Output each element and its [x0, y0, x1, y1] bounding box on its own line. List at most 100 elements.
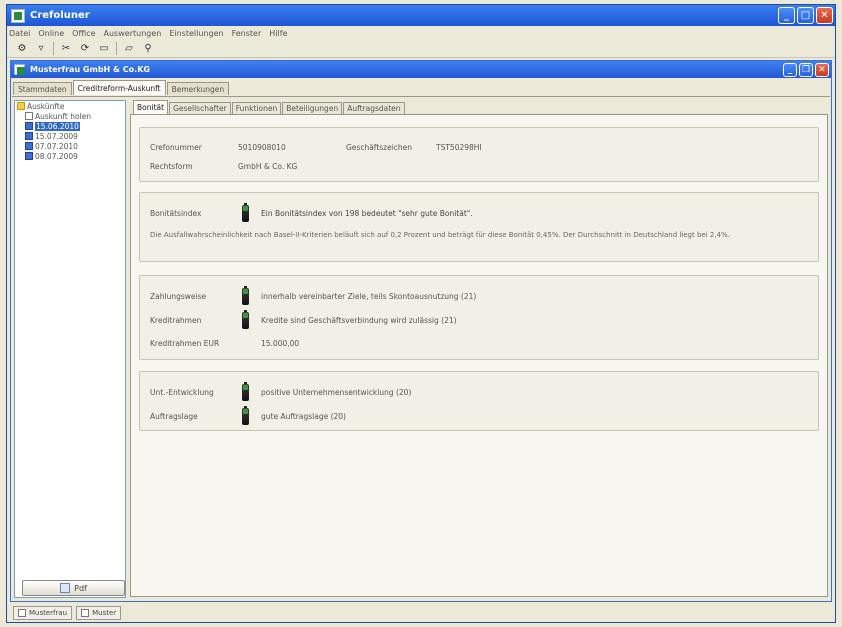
bonitaetsindex-label: Bonitätsindex — [150, 209, 202, 218]
window-icon — [81, 609, 90, 617]
menu-hilfe[interactable]: Hilfe — [269, 29, 287, 38]
tab-auftragsdaten[interactable]: Auftragsdaten — [343, 102, 405, 114]
pdf-label: Pdf — [74, 583, 87, 593]
child-close-button[interactable]: ✕ — [815, 62, 829, 77]
menu-online[interactable]: Online — [38, 29, 64, 38]
report-icon — [25, 152, 33, 160]
company-id-section: Crefonummer 5010908010 Geschäftszeichen … — [139, 127, 819, 182]
unt-entwicklung-value: positive Unternehmensentwicklung (20) — [261, 388, 412, 397]
battery-indicator-icon — [242, 203, 249, 222]
menu-bar: Datei Online Office Auswertungen Einstel… — [7, 26, 835, 40]
menu-auswertungen[interactable]: Auswertungen — [104, 29, 162, 38]
auftragslage-value: gute Auftragslage (20) — [261, 412, 346, 421]
kreditrahmen-eur-value: 15.000,00 — [261, 339, 300, 348]
document-icon — [25, 112, 33, 120]
geschaeftszeichen-label: Geschäftszeichen — [346, 143, 413, 152]
report-icon — [25, 122, 33, 130]
company-title-bar: Musterfrau GmbH & Co.KG _ ❐ ✕ — [11, 61, 831, 78]
tab-funktionen[interactable]: Funktionen — [231, 102, 282, 114]
geschaeftszeichen-value: TST50298HI — [436, 143, 482, 152]
window-taskbar: Musterfrau Muster — [10, 605, 832, 621]
payment-section: Zahlungsweise innerhalb vereinbarter Zie… — [139, 275, 819, 360]
window-icon[interactable]: ▭ — [97, 42, 111, 56]
rechtsform-value: GmbH & Co. KG — [238, 162, 298, 171]
gear-icon[interactable]: ⚙ — [15, 42, 29, 56]
auftragslage-label: Auftragslage — [150, 412, 198, 421]
bonitaetsindex-section: Bonitätsindex Ein Bonitätsindex von 198 … — [139, 192, 819, 262]
kreditrahmen-value: Kredite sind Geschäftsverbindung wird zu… — [261, 316, 457, 325]
menu-office[interactable]: Office — [72, 29, 95, 38]
zahlungsweise-value: innerhalb vereinbarter Ziele, teils Skon… — [261, 292, 477, 301]
kreditrahmen-eur-label: Kreditrahmen EUR — [150, 339, 220, 348]
filter-icon[interactable]: ▿ — [34, 42, 48, 56]
tree-item-label: 08.07.2009 — [35, 151, 78, 161]
toolbar: ⚙ ▿ ✂ ⟳ ▭ ▱ ⚲ — [7, 40, 835, 58]
tab-beteiligungen[interactable]: Beteiligungen — [282, 102, 343, 114]
development-section: Unt.-Entwicklung positive Unternehmensen… — [139, 371, 819, 431]
tab-gesellschafter[interactable]: Gesellschafter — [169, 102, 231, 114]
maximize-button[interactable]: □ — [797, 7, 814, 24]
tree-item-label: Auskunft holen — [35, 111, 92, 121]
tab-creditreform-auskunft[interactable]: Creditreform-Auskunft — [72, 80, 166, 95]
document-icon — [14, 64, 25, 75]
basel-note: Die Ausfallwahrscheinlichkeit nach Basel… — [150, 231, 730, 239]
crefonummer-value: 5010908010 — [238, 143, 286, 152]
battery-indicator-icon — [242, 382, 249, 401]
tab-bonitaet[interactable]: Bonität — [133, 100, 169, 114]
content-area: Auskünfte Auskunft holen 15.06.2010 15.0… — [12, 96, 830, 601]
toolbar-separator — [116, 42, 117, 55]
app-title: Crefoluner — [30, 10, 90, 21]
child-minimize-button[interactable]: _ — [783, 62, 797, 77]
pdf-button[interactable]: Pdf — [22, 580, 125, 596]
tab-stammdaten[interactable]: Stammdaten — [13, 82, 72, 95]
task-muster[interactable]: Muster — [76, 606, 122, 620]
bonitaetsindex-value: Ein Bonitätsindex von 198 bedeutet "sehr… — [261, 209, 473, 218]
folder-icon[interactable]: ▱ — [122, 42, 136, 56]
report-pane: Bonität Gesellschafter Funktionen Beteil… — [130, 99, 828, 599]
tree-item[interactable]: 08.07.2009 — [15, 151, 125, 161]
menu-einstellungen[interactable]: Einstellungen — [169, 29, 223, 38]
menu-datei[interactable]: Datei — [9, 29, 30, 38]
menu-fenster[interactable]: Fenster — [232, 29, 262, 38]
zahlungsweise-label: Zahlungsweise — [150, 292, 207, 301]
tree-item-label: 15.06.2010 — [35, 121, 80, 131]
app-icon — [11, 8, 25, 23]
window-icon — [18, 609, 26, 617]
task-musterfrau[interactable]: Musterfrau — [13, 606, 73, 620]
top-tabs: Stammdaten Creditreform-Auskunft Bemerku… — [11, 78, 831, 95]
minimize-button[interactable]: _ — [778, 7, 795, 24]
search-icon[interactable]: ⚲ — [141, 42, 155, 56]
tree-item[interactable]: 07.07.2010 — [15, 141, 125, 151]
inner-tabs: Bonität Gesellschafter Funktionen Beteil… — [130, 99, 828, 114]
battery-indicator-icon — [242, 406, 249, 425]
bonitaet-panel: Crefonummer 5010908010 Geschäftszeichen … — [130, 114, 828, 597]
child-restore-button[interactable]: ❐ — [799, 62, 813, 77]
task-label: Musterfrau — [29, 609, 68, 617]
cut-icon[interactable]: ✂ — [59, 42, 73, 56]
rechtsform-label: Rechtsform — [150, 162, 193, 171]
tab-bemerkungen[interactable]: Bemerkungen — [166, 82, 230, 95]
company-window: Musterfrau GmbH & Co.KG _ ❐ ✕ Stammdaten… — [10, 60, 832, 602]
tree-item[interactable]: Auskunft holen — [15, 111, 125, 121]
report-tree: Auskünfte Auskunft holen 15.06.2010 15.0… — [14, 100, 126, 598]
crefonummer-label: Crefonummer — [150, 143, 202, 152]
report-icon — [25, 142, 33, 150]
tree-item-label: 15.07.2009 — [35, 131, 78, 141]
toolbar-separator — [53, 42, 54, 55]
refresh-icon[interactable]: ⟳ — [78, 42, 92, 56]
unt-entwicklung-label: Unt.-Entwicklung — [150, 388, 214, 397]
tree-item[interactable]: 15.06.2010 — [15, 121, 125, 131]
title-bar: Crefoluner _ □ ✕ — [7, 5, 835, 26]
close-button[interactable]: ✕ — [816, 7, 833, 24]
kreditrahmen-label: Kreditrahmen — [150, 316, 202, 325]
pdf-icon — [60, 583, 71, 593]
task-label: Muster — [92, 609, 117, 617]
tree-root[interactable]: Auskünfte — [15, 101, 125, 111]
tree-item-label: 07.07.2010 — [35, 141, 78, 151]
battery-indicator-icon — [242, 286, 249, 305]
folder-icon — [17, 102, 25, 110]
battery-indicator-icon — [242, 310, 249, 329]
report-icon — [25, 132, 33, 140]
company-title: Musterfrau GmbH & Co.KG — [30, 65, 150, 74]
tree-item[interactable]: 15.07.2009 — [15, 131, 125, 141]
